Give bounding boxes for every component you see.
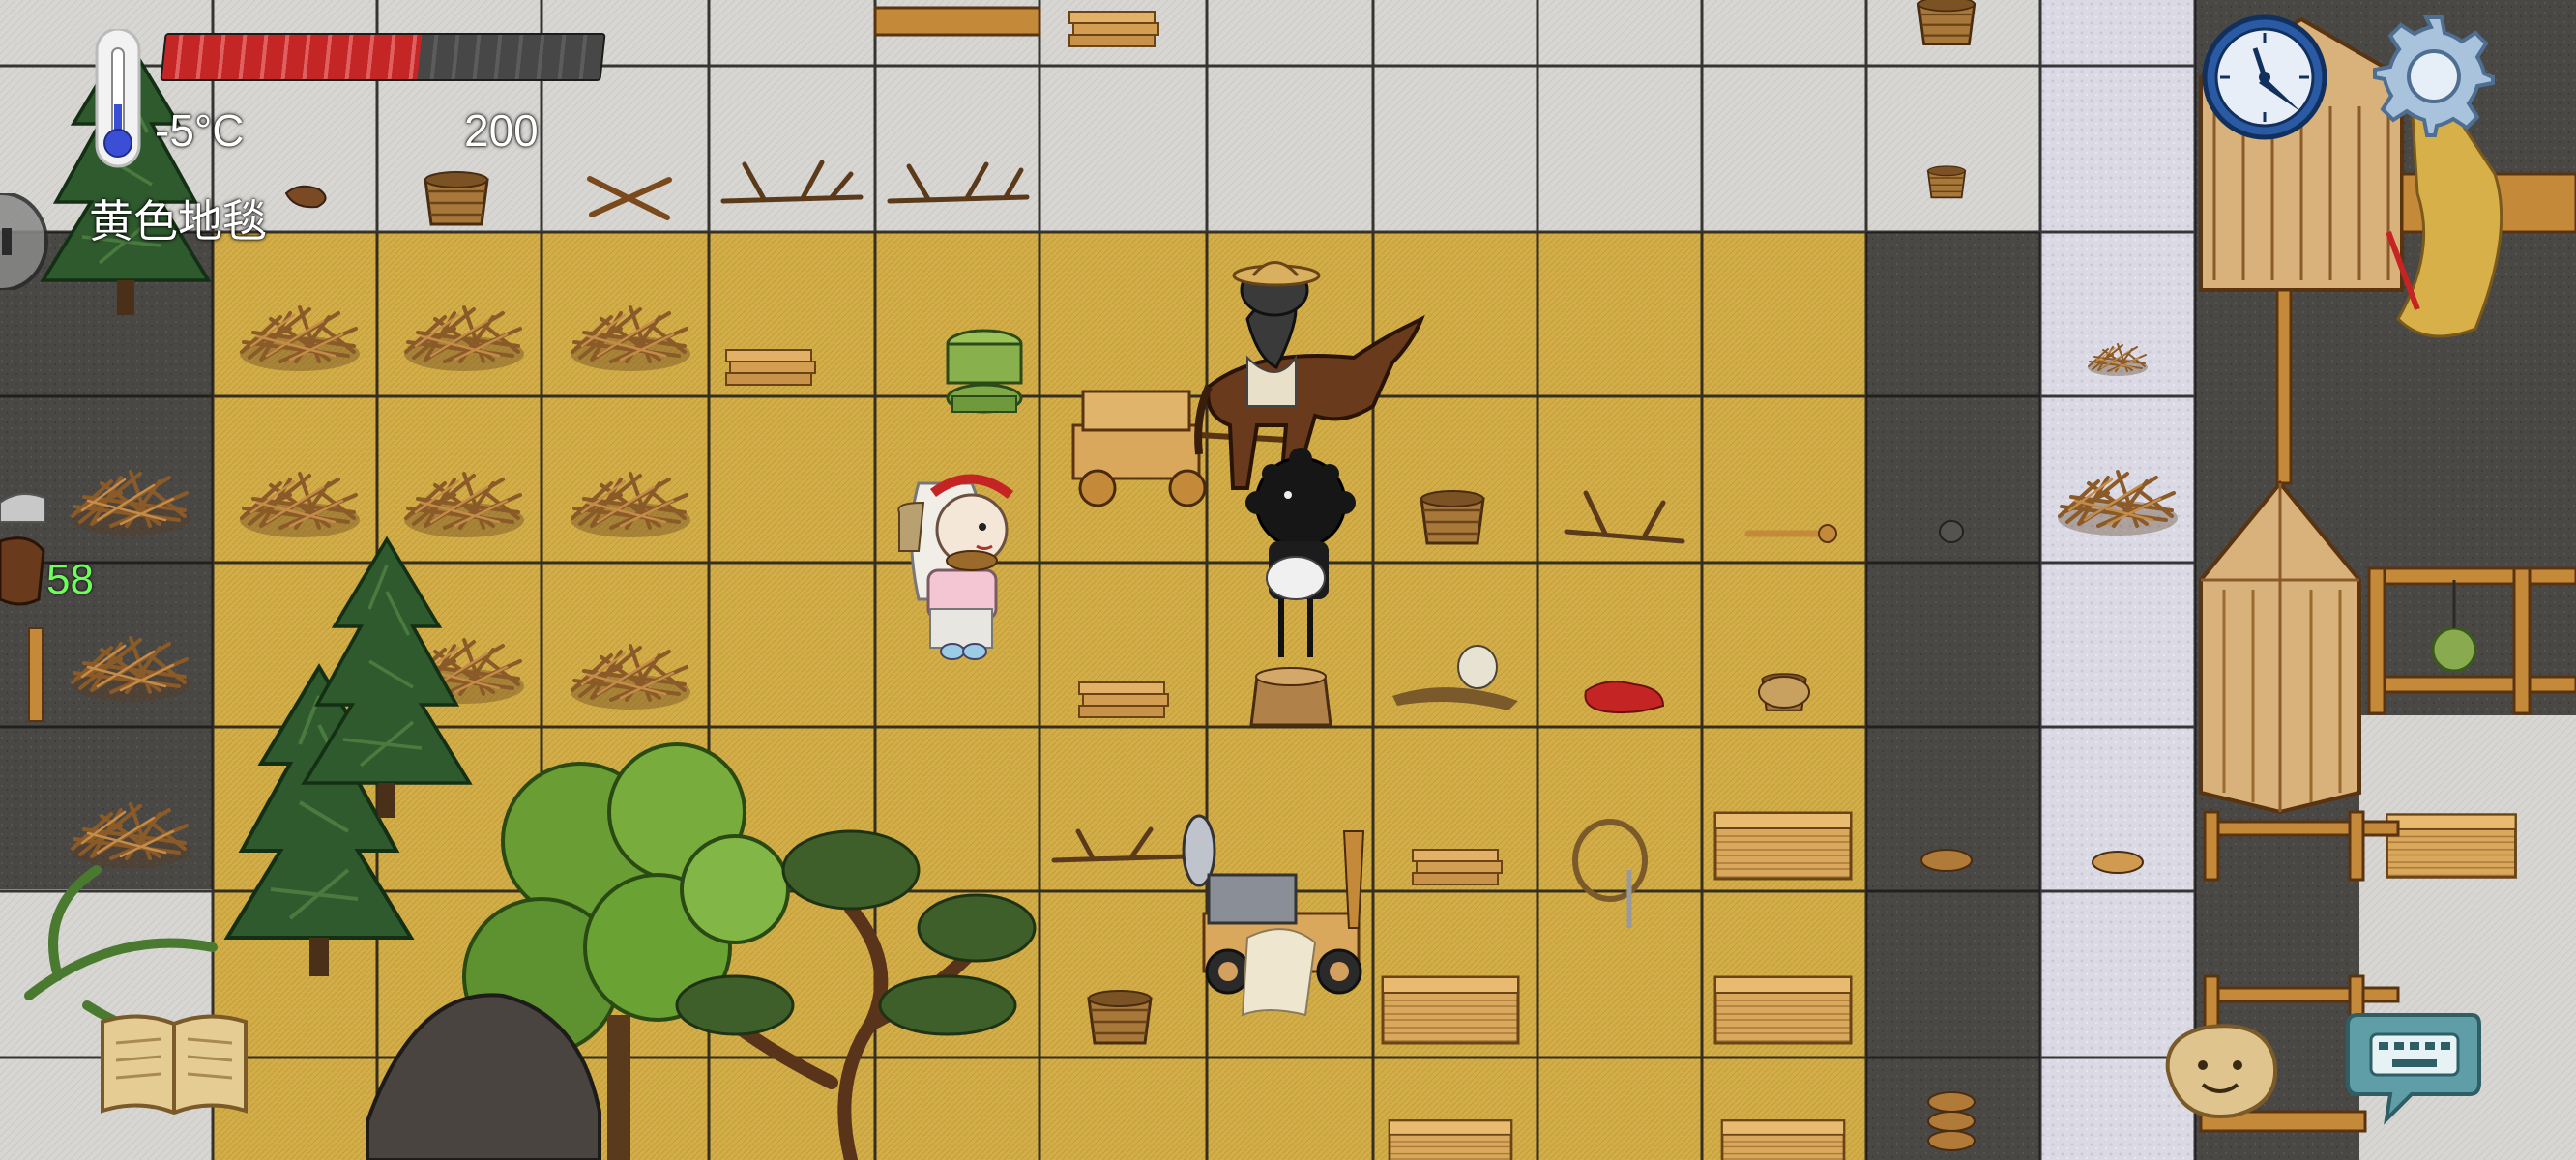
keyboard-speech-bubble-icon[interactable]	[2344, 1005, 2484, 1126]
compass-clock-icon[interactable]	[2201, 14, 2328, 141]
thermometer-icon	[95, 29, 141, 168]
gear-icon[interactable]	[2371, 14, 2497, 139]
hovered-object-label: 黄色地毯	[89, 196, 267, 246]
open-book-icon[interactable]	[97, 1010, 251, 1121]
temperature-readout: -5°C	[155, 105, 245, 156]
game-viewport[interactable]: -5°C 200 黄色地毯 58	[0, 0, 2576, 1160]
potato-face-icon[interactable]	[2156, 1017, 2284, 1123]
other-player-age: 58	[46, 556, 94, 603]
food-meter	[160, 33, 606, 81]
yum-bonus-counter: 200	[464, 105, 539, 156]
food-meter-fill	[161, 35, 423, 79]
game-world[interactable]	[0, 0, 2576, 1160]
food-meter-empty	[417, 35, 604, 79]
speaker-icon[interactable]	[0, 193, 48, 290]
